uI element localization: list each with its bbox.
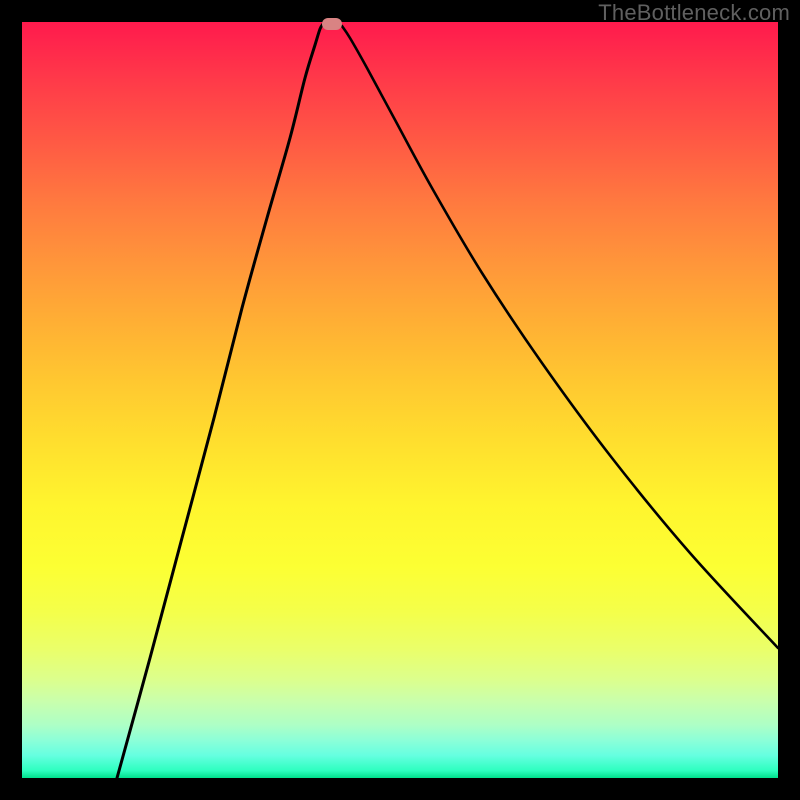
curve-svg	[22, 22, 778, 778]
curve-left-branch	[117, 24, 323, 778]
bottleneck-marker	[322, 18, 342, 30]
curve-right-branch	[342, 26, 778, 648]
chart-area	[22, 22, 778, 778]
watermark-text: TheBottleneck.com	[598, 0, 790, 26]
